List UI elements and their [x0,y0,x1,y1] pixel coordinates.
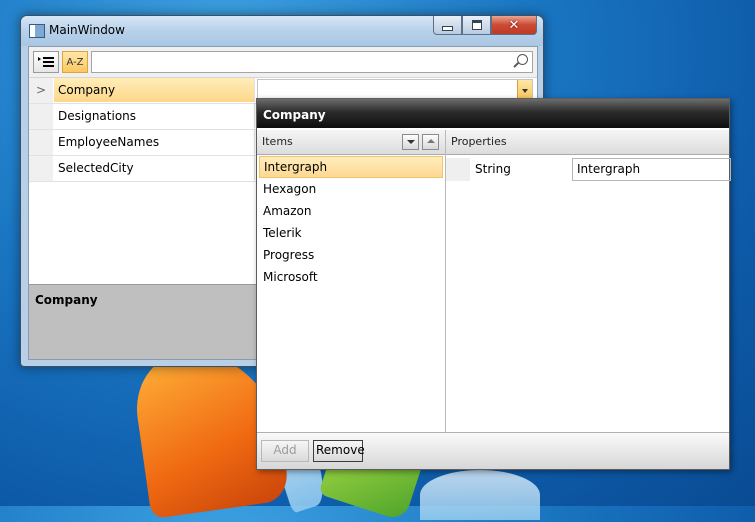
list-item[interactable]: Microsoft [259,266,443,288]
remove-button[interactable]: Remove [313,440,365,462]
close-button[interactable]: ✕ [491,16,537,35]
list-item[interactable]: Telerik [259,222,443,244]
desktop-swirl [420,470,540,520]
editor-footer: Add Remove [257,432,729,469]
property-name[interactable]: Designations [54,104,255,128]
property-grid-toolbar: A-Z [29,47,537,78]
list-item[interactable]: Intergraph [259,156,443,178]
add-button[interactable]: Add [261,440,309,462]
search-input[interactable] [91,51,533,73]
collection-editor-popup: Company Items Intergraph Hexagon Amazon … [256,98,731,470]
categorized-list-icon [38,57,54,67]
property-name: String [475,162,511,176]
window-icon [29,24,45,38]
items-header: Items [257,130,445,155]
list-item[interactable]: Progress [259,244,443,266]
items-pane: Items Intergraph Hexagon Amazon Telerik … [257,130,446,432]
search-icon [517,54,528,65]
move-up-button[interactable] [422,134,439,150]
sort-alphabetical-button[interactable]: A-Z [62,51,88,73]
property-row-string[interactable]: String Intergraph [446,158,731,181]
close-icon: ✕ [508,17,520,33]
sort-label: A-Z [66,56,84,68]
maximize-icon [471,20,482,30]
row-gutter [446,158,470,181]
items-list[interactable]: Intergraph Hexagon Amazon Telerik Progre… [257,156,445,288]
row-gutter [29,104,53,129]
row-gutter [29,156,53,181]
move-down-button[interactable] [402,134,419,150]
list-item[interactable]: Hexagon [259,178,443,200]
description-title: Company [35,293,98,307]
properties-header: Properties [446,130,729,155]
row-gutter [29,130,53,155]
list-item[interactable]: Amazon [259,200,443,222]
property-name[interactable]: SelectedCity [54,156,255,180]
property-value-input[interactable]: Intergraph [572,158,731,181]
properties-header-label: Properties [451,135,507,148]
maximize-button[interactable] [462,16,491,35]
expander-icon: > [29,78,53,103]
items-header-label: Items [262,135,293,148]
property-name[interactable]: EmployeeNames [54,130,255,154]
minimize-icon [442,25,453,31]
title-bar[interactable]: MainWindow ✕ [21,16,543,46]
minimize-button[interactable] [433,16,462,35]
property-name[interactable]: Company [54,78,255,102]
editor-title: Company [257,99,729,128]
categorize-button[interactable] [33,51,59,73]
window-title: MainWindow [49,23,125,37]
properties-pane: Properties String Intergraph [446,130,731,432]
